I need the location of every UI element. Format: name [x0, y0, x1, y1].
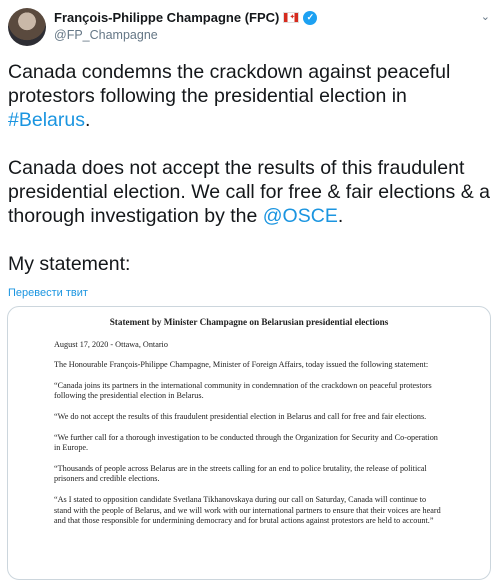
tweet-paragraph-3: My statement:	[8, 253, 131, 275]
tweet-text: Canada condemns the crackdown against pe…	[8, 60, 492, 276]
avatar[interactable]	[8, 8, 46, 46]
verified-badge-icon: ✓	[303, 10, 318, 25]
statement-paragraph: “Canada joins its partners in the intern…	[54, 380, 432, 401]
tweet-paragraph-2: Canada does not accept the results of th…	[8, 157, 490, 227]
translate-tweet-link[interactable]: Перевести твит	[8, 287, 88, 299]
attached-image[interactable]: Statement by Minister Champagne on Belar…	[7, 306, 491, 580]
statement-document: Statement by Minister Champagne on Belar…	[8, 307, 490, 537]
statement-title: Statement by Minister Champagne on Belar…	[109, 317, 389, 327]
statement-dateline: August 17, 2020 - Ottawa, Ontario	[54, 339, 168, 349]
tweet-paragraph-1: Canada condemns the crackdown against pe…	[8, 61, 451, 131]
chevron-down-icon[interactable]: ⌄	[481, 10, 490, 23]
statement-paragraph: “We do not accept the results of this fr…	[54, 411, 427, 421]
canada-flag-icon: ✦	[283, 12, 300, 23]
statement-paragraph: The Honourable François-Philippe Champag…	[54, 360, 429, 370]
author-name-row[interactable]: François-Philippe Champagne (FPC) ✦ ✓	[54, 10, 318, 25]
author-handle[interactable]: @FP_Champagne	[54, 28, 158, 42]
statement-paragraph: “Thousands of people across Belarus are …	[54, 463, 427, 484]
mention-osce-link[interactable]: @OSCE	[263, 205, 338, 227]
author-display-name[interactable]: François-Philippe Champagne (FPC)	[54, 10, 279, 25]
tweet-header: François-Philippe Champagne (FPC) ✦ ✓ @F…	[8, 8, 492, 48]
hashtag-belarus-link[interactable]: #Belarus	[8, 109, 85, 131]
statement-paragraph: “We further call for a thorough investig…	[54, 432, 438, 453]
statement-paragraph: “As I stated to opposition candidate Sve…	[54, 494, 441, 526]
